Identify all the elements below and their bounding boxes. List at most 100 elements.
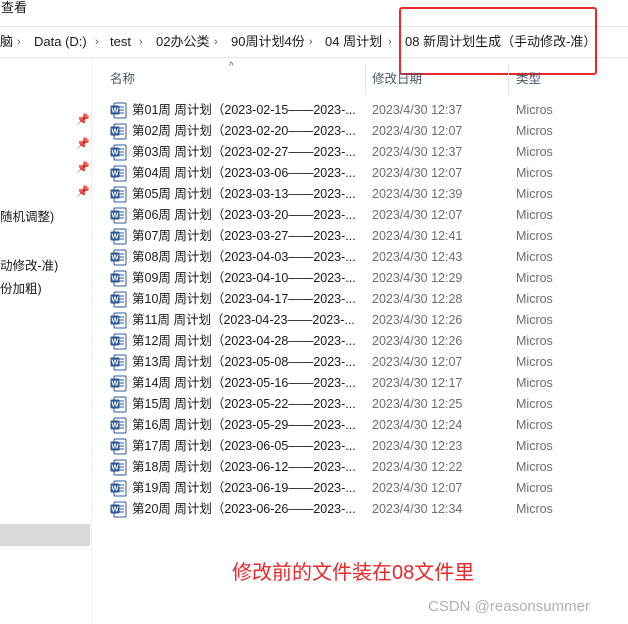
svg-text:W: W [111,127,119,136]
file-date: 2023/4/30 12:41 [372,229,463,243]
file-row[interactable]: W 第08周 周计划（2023-04-03——2023-... 2023/4/30 … [110,247,628,268]
file-type: Micros [516,187,553,201]
file-row[interactable]: W 第06周 周计划（2023-03-20——2023-... 2023/4/30 … [110,205,628,226]
breadcrumb-item-drive[interactable]: Data (D:) [34,27,87,57]
sort-ascending-icon[interactable]: ^ [229,62,234,72]
chevron-right-icon[interactable]: › [309,27,313,57]
column-divider[interactable] [365,64,366,94]
file-row[interactable]: W 第03周 周计划（2023-02-27——2023-... 2023/4/30 … [110,142,628,163]
file-row[interactable]: W 第18周 周计划（2023-06-12——2023-... 2023/4/30 … [110,457,628,478]
file-date: 2023/4/30 12:28 [372,292,463,306]
svg-text:W: W [111,106,119,115]
file-name: 第01周 周计划（2023-02-15——2023-... [132,103,356,117]
svg-text:W: W [111,337,119,346]
word-document-icon: W [110,417,127,434]
file-row[interactable]: W 第04周 周计划（2023-03-06——2023-... 2023/4/30 … [110,163,628,184]
file-row[interactable]: W 第11周 周计划（2023-04-23——2023-... 2023/4/30 … [110,310,628,331]
file-row[interactable]: W 第14周 周计划（2023-05-16——2023-... 2023/4/30 … [110,373,628,394]
file-name: 第06周 周计划（2023-03-20——2023-... [132,208,356,222]
breadcrumb-item-pc[interactable]: 脑 [0,27,13,57]
address-bar[interactable]: 脑 › Data (D:) › test › 02办公类 › 90周计划4份 ›… [0,26,628,58]
file-date: 2023/4/30 12:24 [372,418,463,432]
breadcrumb-item-current[interactable]: 08 新周计划生成（手动修改-准） [405,27,596,57]
file-type: Micros [516,481,553,495]
file-type: Micros [516,376,553,390]
file-date: 2023/4/30 12:17 [372,376,463,390]
file-date: 2023/4/30 12:22 [372,460,463,474]
word-document-icon: W [110,333,127,350]
chevron-right-icon[interactable]: › [214,27,218,57]
svg-text:W: W [111,484,119,493]
menu-bar: 查看 [0,0,628,18]
word-document-icon: W [110,480,127,497]
file-date: 2023/4/30 12:34 [372,502,463,516]
file-type: Micros [516,334,553,348]
column-header-date[interactable]: 修改日期 [372,64,422,94]
word-document-icon: W [110,312,127,329]
watermark: CSDN @reasonsummer [428,598,590,615]
nav-item[interactable]: 随机调整) [0,206,54,225]
file-row[interactable]: W 第07周 周计划（2023-03-27——2023-... 2023/4/30 … [110,226,628,247]
word-document-icon: W [110,375,127,392]
file-date: 2023/4/30 12:23 [372,439,463,453]
nav-item[interactable]: 份加粗) [0,278,42,297]
word-document-icon: W [110,165,127,182]
file-date: 2023/4/30 12:39 [372,187,463,201]
menu-view[interactable]: 查看 [0,0,27,16]
pin-icon: 📌 [76,162,90,174]
file-type: Micros [516,208,553,222]
file-date: 2023/4/30 12:43 [372,250,463,264]
nav-item-selected[interactable] [0,524,90,546]
file-type: Micros [516,145,553,159]
breadcrumb-item-office[interactable]: 02办公类 [156,27,209,57]
file-row[interactable]: W 第01周 周计划（2023-02-15——2023-... 2023/4/30 … [110,100,628,121]
word-document-icon: W [110,354,127,371]
chevron-right-icon[interactable]: › [139,27,143,57]
file-date: 2023/4/30 12:37 [372,103,463,117]
file-name: 第17周 周计划（2023-06-05——2023-... [132,439,356,453]
svg-text:W: W [111,505,119,514]
word-document-icon: W [110,270,127,287]
file-row[interactable]: W 第20周 周计划（2023-06-26——2023-... 2023/4/30 … [110,499,628,520]
file-row[interactable]: W 第02周 周计划（2023-02-20——2023-... 2023/4/30 … [110,121,628,142]
file-type: Micros [516,103,553,117]
annotation-text: 修改前的文件装在08文件里 [232,562,475,584]
file-type: Micros [516,460,553,474]
svg-text:W: W [111,211,119,220]
nav-item[interactable]: 动修改-准) [0,255,58,274]
file-row[interactable]: W 第13周 周计划（2023-05-08——2023-... 2023/4/30 … [110,352,628,373]
svg-text:W: W [111,295,119,304]
chevron-right-icon[interactable]: › [17,27,21,57]
file-date: 2023/4/30 12:07 [372,481,463,495]
svg-text:W: W [111,169,119,178]
file-row[interactable]: W 第05周 周计划（2023-03-13——2023-... 2023/4/30 … [110,184,628,205]
chevron-right-icon[interactable]: › [388,27,392,57]
file-row[interactable]: W 第16周 周计划（2023-05-29——2023-... 2023/4/30 … [110,415,628,436]
file-row[interactable]: W 第10周 周计划（2023-04-17——2023-... 2023/4/30 … [110,289,628,310]
file-row[interactable]: W 第12周 周计划（2023-04-28——2023-... 2023/4/30 … [110,331,628,352]
breadcrumb-item-weekly[interactable]: 04 周计划 [325,27,382,57]
file-name: 第12周 周计划（2023-04-28——2023-... [132,334,356,348]
file-date: 2023/4/30 12:26 [372,313,463,327]
svg-text:W: W [111,400,119,409]
svg-text:W: W [111,442,119,451]
file-row[interactable]: W 第09周 周计划（2023-04-10——2023-... 2023/4/30 … [110,268,628,289]
column-header-name[interactable]: 名称 [110,64,135,94]
file-type: Micros [516,397,553,411]
svg-text:W: W [111,253,119,262]
column-divider[interactable] [508,64,509,94]
column-header-type[interactable]: 类型 [516,64,541,94]
file-date: 2023/4/30 12:26 [372,334,463,348]
file-row[interactable]: W 第15周 周计划（2023-05-22——2023-... 2023/4/30 … [110,394,628,415]
file-name: 第03周 周计划（2023-02-27——2023-... [132,145,356,159]
file-row[interactable]: W 第17周 周计划（2023-06-05——2023-... 2023/4/30 … [110,436,628,457]
file-name: 第04周 周计划（2023-03-06——2023-... [132,166,356,180]
chevron-right-icon[interactable]: › [95,27,99,57]
breadcrumb-item-test[interactable]: test [110,27,131,57]
file-name: 第05周 周计划（2023-03-13——2023-... [132,187,356,201]
word-document-icon: W [110,249,127,266]
navigation-pane: 📌 📌 📌 📌 随机调整) 动修改-准) 份加粗) [0,58,92,624]
file-type: Micros [516,229,553,243]
file-row[interactable]: W 第19周 周计划（2023-06-19——2023-... 2023/4/30 … [110,478,628,499]
breadcrumb-item-plans[interactable]: 90周计划4份 [231,27,305,57]
